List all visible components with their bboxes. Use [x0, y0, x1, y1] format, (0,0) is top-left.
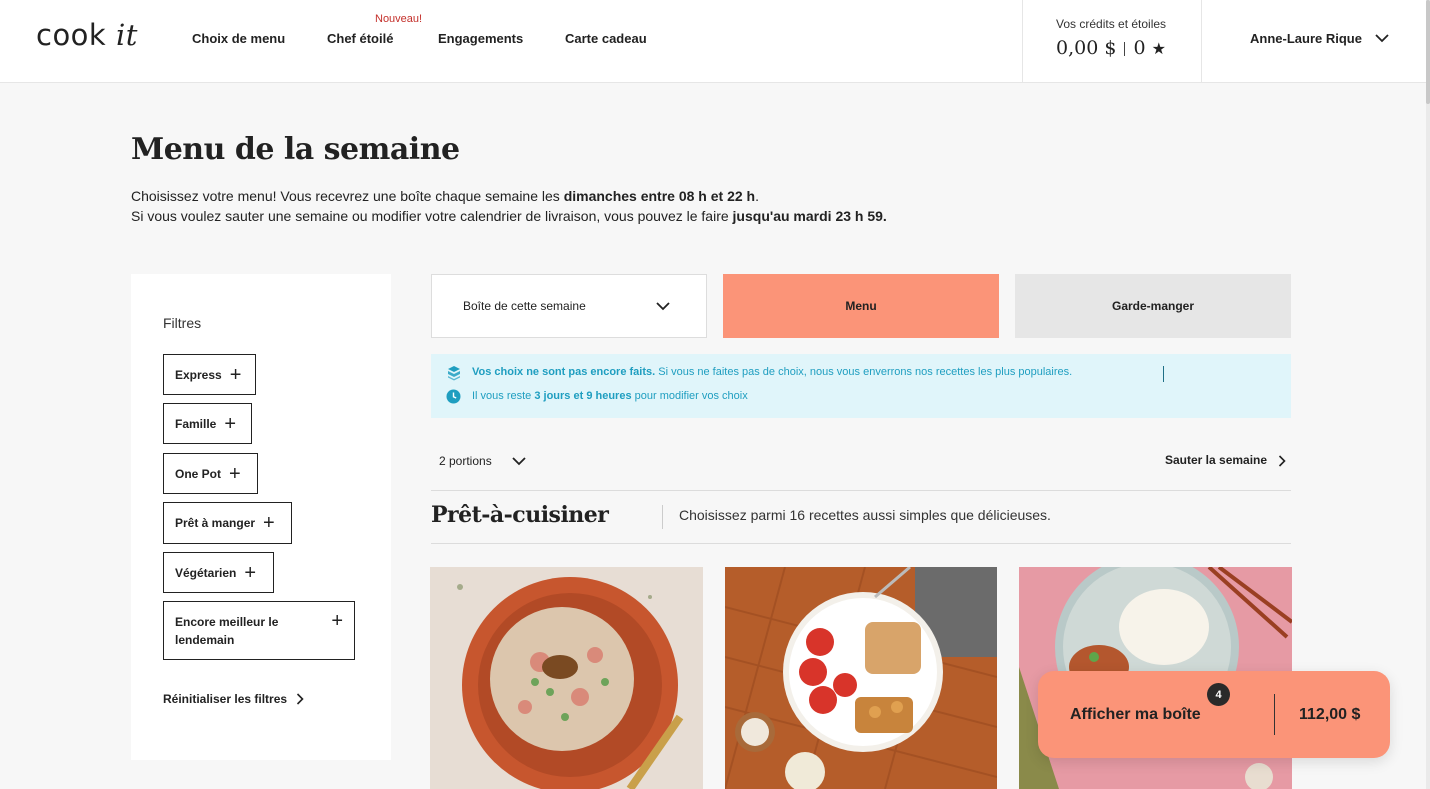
- chevron-down-icon[interactable]: [512, 456, 526, 466]
- view-box-label: Afficher ma boîte: [1070, 706, 1201, 723]
- tab-menu[interactable]: Menu: [723, 274, 999, 338]
- info-text-part: Si vous ne faites pas de choix, nous vou…: [655, 366, 1073, 378]
- week-select[interactable]: Boîte de cette semaine: [431, 274, 707, 338]
- info-text-part: Il vous reste: [472, 390, 535, 402]
- filters-panel: Filtres Express + Famille + One Pot + Prêt …: [131, 274, 391, 760]
- filter-chip-one-pot[interactable]: One Pot +: [163, 453, 258, 494]
- reset-filters-label: Réinitialiser les filtres: [163, 692, 288, 706]
- star-icon: ★: [1151, 39, 1166, 58]
- week-select-value: Boîte de cette semaine: [463, 299, 586, 313]
- logo-main: cook: [36, 18, 107, 52]
- filter-label: Prêt à manger: [175, 516, 256, 530]
- info-line-2: Il vous reste 3 jours et 9 heures pour m…: [472, 390, 748, 402]
- logo[interactable]: cook it: [36, 18, 138, 52]
- modification-deadline: jusqu'au mardi 23 h 59.: [732, 208, 887, 224]
- new-badge: Nouveau!: [375, 13, 423, 25]
- tab-pantry[interactable]: Garde-manger: [1015, 274, 1291, 338]
- scrollbar-track[interactable]: [1426, 0, 1430, 789]
- plus-icon: +: [229, 462, 241, 485]
- nav-menu-choice[interactable]: Choix de menu: [192, 31, 285, 46]
- top-header: cook it Choix de menu Chef étoilé Engage…: [0, 0, 1426, 83]
- chevron-right-icon[interactable]: [296, 693, 304, 705]
- chevron-right-icon[interactable]: [1278, 455, 1286, 467]
- page-title: Menu de la semaine: [131, 132, 460, 167]
- cart-count-badge: 4: [1207, 683, 1230, 706]
- filter-label: Express: [175, 367, 222, 382]
- cart-divider: [1274, 694, 1275, 735]
- delivery-window: dimanches entre 08 h et 22 h: [563, 188, 756, 204]
- filter-chip-express[interactable]: Express +: [163, 354, 256, 395]
- plus-icon: +: [263, 512, 275, 534]
- section-title: Prêt-à-cuisiner: [431, 502, 609, 528]
- filter-chip-ready-to-eat[interactable]: Prêt à manger +: [163, 502, 292, 544]
- reset-filters-link[interactable]: Réinitialiser les filtres: [163, 692, 287, 706]
- scrollbar-thumb[interactable]: [1426, 0, 1430, 104]
- credits-amount: 0,00 $: [1056, 37, 1117, 59]
- filter-label: Famille: [175, 416, 217, 431]
- stars-count: 0: [1133, 37, 1146, 59]
- plus-icon: +: [224, 412, 237, 435]
- filter-chip-family[interactable]: Famille +: [163, 403, 252, 444]
- logo-accent: it: [115, 18, 138, 52]
- time-remaining: 3 jours et 9 heures: [534, 390, 632, 402]
- filter-chip-vegetarian[interactable]: Végétarien +: [163, 552, 274, 593]
- nav-star-chef[interactable]: Chef étoilé: [327, 31, 393, 46]
- filter-chip-better-next-day[interactable]: Encore meilleur le lendemain +: [163, 601, 355, 660]
- section-subtitle: Choisissez parmi 16 recettes aussi simpl…: [679, 507, 1051, 523]
- clock-icon: [446, 389, 461, 404]
- credits-divider: [1124, 42, 1126, 56]
- recipe-card[interactable]: [725, 567, 998, 789]
- filters-title: Filtres: [163, 315, 202, 331]
- credits-values: 0,00 $ 0 ★: [1056, 37, 1166, 59]
- info-banner: Vos choix ne sont pas encore faits. Si v…: [431, 354, 1291, 418]
- credits-panel[interactable]: Vos crédits et étoiles 0,00 $ 0 ★: [1022, 0, 1202, 83]
- plus-icon: +: [244, 561, 257, 584]
- view-box-button[interactable]: Afficher ma boîte 4 112,00 $: [1038, 671, 1390, 758]
- intro-text-part: Choisissez votre menu! Vous recevrez une…: [131, 188, 564, 204]
- plus-icon: +: [331, 610, 343, 632]
- recipe-image-risotto: [430, 567, 703, 789]
- text-cursor: [1163, 366, 1164, 382]
- credits-label: Vos crédits et étoiles: [1056, 17, 1167, 31]
- info-line-1: Vos choix ne sont pas encore faits. Si v…: [472, 366, 1072, 378]
- filter-label: One Pot: [175, 466, 222, 481]
- intro-text-part: Si vous voulez sauter une semaine ou mod…: [131, 208, 733, 224]
- cart-total-price: 112,00 $: [1299, 706, 1361, 723]
- recipe-card[interactable]: [430, 567, 703, 789]
- info-choices-warning: Vos choix ne sont pas encore faits.: [472, 366, 656, 378]
- divider: [431, 490, 1291, 491]
- intro-text-part: .: [755, 188, 759, 204]
- section-divider: [662, 505, 663, 529]
- box-icon: [448, 366, 460, 381]
- chevron-down-icon[interactable]: [1375, 33, 1389, 43]
- plus-icon: +: [229, 363, 242, 386]
- nav-gift-card[interactable]: Carte cadeau: [565, 31, 647, 46]
- intro-line-2: Si vous voulez sauter une semaine ou mod…: [131, 206, 887, 226]
- divider: [431, 543, 1291, 544]
- chevron-down-icon[interactable]: [656, 301, 670, 311]
- filter-label: Végétarien: [175, 565, 237, 580]
- intro-line-1: Choisissez votre menu! Vous recevrez une…: [131, 186, 887, 206]
- skip-week-link[interactable]: Sauter la semaine: [1165, 453, 1267, 467]
- filter-label: Encore meilleur le lendemain: [175, 614, 279, 647]
- user-menu[interactable]: Anne-Laure Rique: [1250, 31, 1362, 46]
- nav-commitments[interactable]: Engagements: [438, 31, 523, 46]
- info-text-part: pour modifier vos choix: [631, 390, 748, 402]
- recipe-image-chicken-potatoes: [725, 567, 997, 789]
- portions-select[interactable]: 2 portions: [439, 454, 492, 468]
- intro-text: Choisissez votre menu! Vous recevrez une…: [131, 186, 887, 226]
